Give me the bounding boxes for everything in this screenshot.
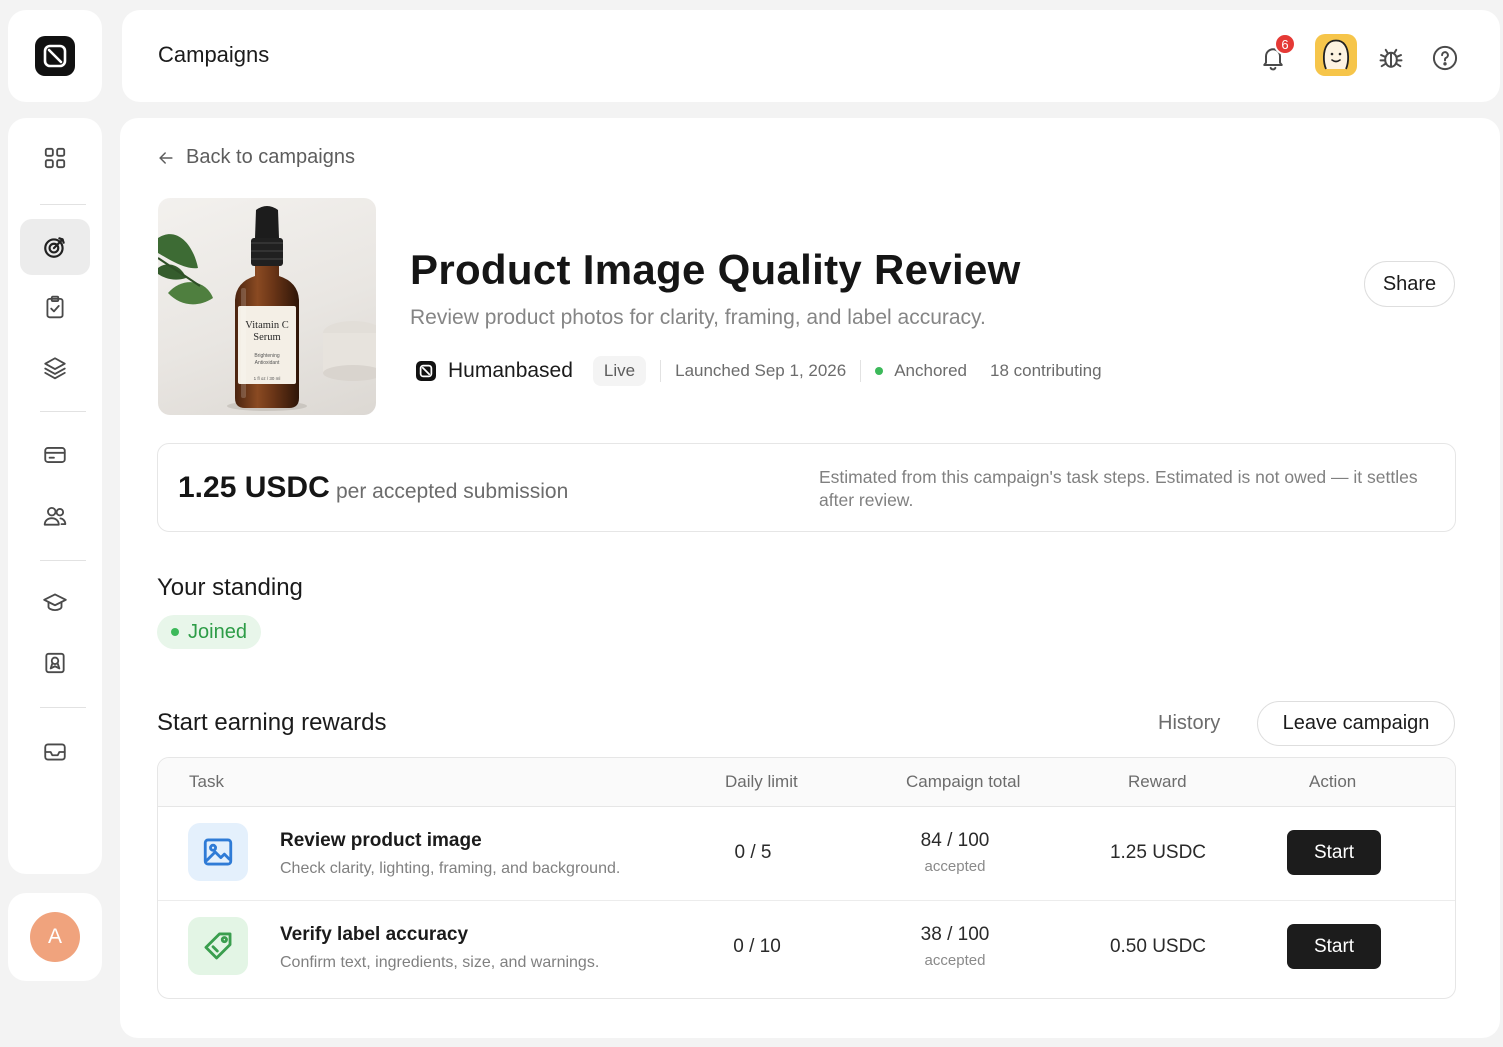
column-header-campaign-total: Campaign total: [906, 772, 1021, 791]
users-icon: [43, 506, 67, 526]
clipboard-check-icon: [46, 295, 64, 319]
arrow-left-icon: [159, 151, 173, 164]
daily-limit: 0 / 5: [734, 842, 772, 863]
target-icon: [44, 237, 65, 258]
launch-date: Launched Sep 1, 2026: [675, 361, 847, 380]
table-row: Review product image Check clarity, ligh…: [158, 807, 1455, 901]
leave-campaign-button[interactable]: Leave campaign: [1257, 701, 1455, 746]
status-badge: Live: [592, 356, 647, 386]
share-button[interactable]: Share: [1364, 261, 1455, 307]
sidebar-item-learn[interactable]: [20, 574, 90, 630]
anchored-status-dot: [875, 367, 884, 375]
sidebar-item-people[interactable]: [20, 488, 90, 544]
task-reward: 1.25 USDC: [1109, 842, 1207, 863]
history-link[interactable]: History: [1158, 712, 1220, 735]
reward-note: Estimated from this campaign's task step…: [819, 467, 1418, 510]
notification-count-badge: 6: [1274, 33, 1296, 55]
serum-bottle-image: Vitamin C Serum Brightening Antioxidant …: [158, 206, 376, 411]
task-icon-container: [188, 917, 248, 975]
meta-divider: [860, 360, 862, 382]
campaign-total-caption: accepted: [924, 952, 986, 969]
column-header-action: Action: [1309, 772, 1357, 791]
bottle-label-line4: Antioxidant: [255, 360, 280, 366]
task-icon-container: [188, 823, 248, 881]
column-header-task: Task: [189, 772, 224, 791]
sidebar-divider: [40, 560, 86, 561]
table-row: Verify label accuracy Confirm text, ingr…: [158, 901, 1455, 995]
reward-amount: 1.25 USDC: [178, 471, 330, 504]
sidebar-item-dashboard[interactable]: [20, 130, 90, 186]
sidebar-divider: [40, 707, 86, 708]
page-title: Campaigns: [158, 42, 270, 67]
tasks-heading: Start earning rewards: [157, 709, 387, 736]
campaign-subtitle: Review product photos for clarity, frami…: [410, 306, 986, 329]
campaign-meta: Humanbased Live Launched Sep 1, 2026 Anc…: [416, 356, 1102, 386]
bug-icon: [1379, 48, 1403, 68]
sidebar-item-campaigns[interactable]: [20, 219, 90, 275]
column-header-daily-limit: Daily limit: [725, 772, 798, 791]
back-link-label: Back to campaigns: [186, 146, 355, 168]
sidebar-item-badges[interactable]: [20, 635, 90, 691]
user-face-icon: [1322, 39, 1350, 70]
daily-limit: 0 / 10: [733, 936, 781, 957]
campaign-image: Vitamin C Serum Brightening Antioxidant …: [158, 198, 376, 415]
campaign-total-caption: accepted: [924, 858, 986, 875]
start-task-button[interactable]: Start: [1287, 830, 1381, 875]
sidebar-item-layers[interactable]: [20, 340, 90, 396]
app-logo-card[interactable]: [8, 10, 102, 102]
sidebar: [8, 118, 102, 874]
anchored-status: Anchored: [894, 361, 967, 380]
sidebar-item-payments[interactable]: [20, 427, 90, 483]
help-button[interactable]: [1431, 44, 1459, 72]
task-description: Confirm text, ingredients, size, and war…: [280, 954, 600, 971]
reward-unit: per accepted submission: [336, 480, 569, 503]
standing-heading: Your standing: [157, 574, 303, 601]
grid-icon: [44, 147, 66, 169]
reward-summary: 1.25 USDC per accepted submission Estima…: [157, 443, 1456, 532]
campaign-brand[interactable]: Humanbased: [416, 359, 573, 383]
sidebar-divider: [40, 411, 86, 412]
meta-divider: [660, 360, 662, 382]
avatar[interactable]: A: [30, 912, 80, 962]
inbox-icon: [44, 743, 66, 761]
user-avatar-button[interactable]: [1315, 34, 1357, 76]
contributor-count: 18 contributing: [990, 361, 1102, 380]
sidebar-item-inbox[interactable]: [20, 724, 90, 780]
brand-logo-icon: [416, 361, 436, 381]
layers-icon: [44, 357, 66, 380]
help-icon: [1432, 45, 1458, 71]
badge-icon: [45, 652, 65, 674]
brand-name: Humanbased: [448, 359, 573, 382]
app-logo-icon: [35, 36, 75, 76]
profile-card[interactable]: A: [8, 893, 102, 981]
task-reward: 0.50 USDC: [1109, 936, 1207, 957]
joined-status-badge: Joined: [157, 615, 261, 649]
task-name: Review product image: [280, 830, 482, 851]
bottle-label-line2: Serum: [253, 332, 280, 343]
bottle-label-line5: 1 fl oz / 30 ml: [254, 376, 281, 381]
task-description: Check clarity, lighting, framing, and ba…: [280, 860, 621, 877]
card-icon: [44, 447, 66, 463]
campaign-total: 84 / 100: [920, 830, 990, 851]
report-bug-button[interactable]: [1377, 44, 1405, 72]
task-name: Verify label accuracy: [280, 924, 469, 945]
image-icon: [203, 838, 233, 866]
column-header-reward: Reward: [1128, 772, 1187, 791]
campaign-title: Product Image Quality Review: [410, 246, 1021, 293]
graduation-cap-icon: [43, 593, 67, 612]
joined-status-label: Joined: [188, 620, 247, 643]
bottle-label-line3: Brightening: [254, 353, 280, 359]
bottle-label-line1: Vitamin C: [245, 320, 288, 331]
sidebar-divider: [40, 204, 86, 205]
joined-status-dot: [171, 628, 179, 636]
sidebar-item-tasks[interactable]: [20, 279, 90, 335]
task-table: Task Daily limit Campaign total Reward A…: [157, 757, 1456, 999]
campaign-detail: Back to campaigns Vitamin C Serum Bright…: [120, 118, 1500, 1038]
top-header: Campaigns 6: [122, 10, 1500, 102]
start-task-button[interactable]: Start: [1287, 924, 1381, 969]
campaign-total: 38 / 100: [920, 924, 990, 945]
back-to-campaigns-link[interactable]: Back to campaigns: [156, 146, 355, 169]
tag-icon: [204, 932, 232, 960]
table-header: Task Daily limit Campaign total Reward A…: [158, 758, 1455, 807]
